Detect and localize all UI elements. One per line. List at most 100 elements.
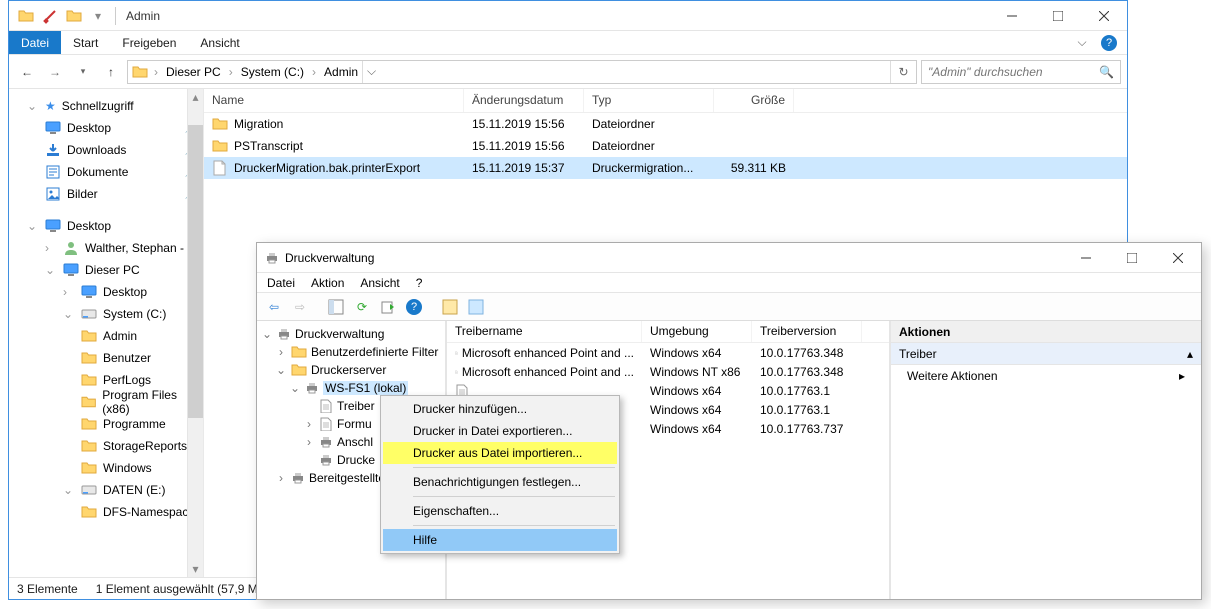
ribbon-tab-start[interactable]: Start [61,31,110,54]
actions-group[interactable]: Treiber ▴ [891,343,1201,365]
tb-showhide-button[interactable] [325,296,347,318]
nav-thispc-systemc[interactable]: ⌄System (C:) [9,303,203,325]
nav-quick-pictures[interactable]: Bilder📌 [9,183,203,205]
nav-folder-label: Admin [103,329,137,343]
maximize-button[interactable] [1035,1,1081,31]
driver-ver: 10.0.17763.1 [752,384,862,398]
close-button[interactable] [1081,1,1127,31]
nav-quickaccess[interactable]: ⌄★ Schnellzugriff [9,95,203,117]
menu-view[interactable]: Ansicht [360,276,399,290]
driver-ver: 10.0.17763.737 [752,422,862,436]
menu-help[interactable]: ? [416,276,423,290]
nav-folder-item[interactable]: Programme [9,413,203,435]
col-date[interactable]: Änderungsdatum [464,89,584,112]
nav-user[interactable]: ›Walther, Stephan - T1 [9,237,203,259]
ctx-export[interactable]: Drucker in Datei exportieren... [383,420,617,442]
breadcrumb-thispc[interactable]: Dieser PC [164,65,223,79]
folder-icon [291,344,307,360]
tree-root[interactable]: ⌄Druckverwaltung [257,325,445,343]
ribbon-tab-file[interactable]: Datei [9,31,61,54]
search-input[interactable] [928,65,1099,79]
nav-recent-dropdown[interactable]: ▾ [71,60,95,84]
mmc-maximize-button[interactable] [1109,243,1155,273]
actions-more[interactable]: Weitere Aktionen ▸ [891,365,1201,387]
nav-folder-item[interactable]: DFS-Namespaces [9,501,203,523]
nav-folder-item[interactable]: StorageReports [9,435,203,457]
scroll-down-icon[interactable]: ▾ [188,561,203,577]
menu-action[interactable]: Aktion [311,276,344,290]
mmc-close-button[interactable] [1155,243,1201,273]
ribbon-expand-icon[interactable]: ⌵ [1067,31,1097,54]
ctx-properties[interactable]: Eigenschaften... [383,500,617,522]
tb-view2-button[interactable] [465,296,487,318]
ribbon-tab-view[interactable]: Ansicht [188,31,251,54]
nav-quick-downloads[interactable]: Downloads📌 [9,139,203,161]
nav-up-button[interactable]: ↑ [99,60,123,84]
breadcrumb-folder[interactable]: Admin [322,65,360,79]
menu-file[interactable]: Datei [267,276,295,290]
tb-forward-button[interactable]: ⇨ [289,296,311,318]
qat-dropdown-icon[interactable]: ▾ [87,5,109,27]
nav-desktop[interactable]: ⌄Desktop [9,215,203,237]
help-button[interactable]: ? [1097,31,1121,55]
ctx-notifications[interactable]: Benachrichtigungen festlegen... [383,471,617,493]
nav-folder-item[interactable]: Windows [9,457,203,479]
mmc-col-ver[interactable]: Treiberversion [752,321,862,342]
tb-export-button[interactable] [377,296,399,318]
nav-thispc-desktop[interactable]: ›Desktop [9,281,203,303]
qat-newfolder-icon[interactable] [63,5,85,27]
tree-servers[interactable]: ⌄Druckerserver [257,361,445,379]
mmc-list-header[interactable]: Treibername Umgebung Treiberversion [447,321,889,343]
tb-help-button[interactable]: ? [403,296,425,318]
minimize-button[interactable] [989,1,1035,31]
navpane-scrollbar[interactable]: ▴ ▾ [187,89,203,577]
nav-thispc-daten[interactable]: ⌄DATEN (E:) [9,479,203,501]
qat-properties-icon[interactable] [39,5,61,27]
scroll-thumb[interactable] [188,125,203,418]
chevron-right-icon[interactable]: › [150,65,162,79]
nav-folder-item[interactable]: Admin [9,325,203,347]
ctx-import[interactable]: Drucker aus Datei importieren... [383,442,617,464]
ctx-add-printer[interactable]: Drucker hinzufügen... [383,398,617,420]
driver-icon [455,346,458,360]
nav-quick-documents[interactable]: Dokumente📌 [9,161,203,183]
ribbon-tab-share[interactable]: Freigeben [110,31,188,54]
breadcrumb-bar[interactable]: › Dieser PC › System (C:) › Admin ⌵ ↻ [127,60,917,84]
nav-folder-item[interactable]: Program Files (x86) [9,391,203,413]
user-icon [63,240,79,256]
printer-icon [319,453,333,467]
search-box[interactable]: 🔍 [921,60,1121,84]
col-name[interactable]: Name [204,89,464,112]
nav-thispc[interactable]: ⌄Dieser PC [9,259,203,281]
tree-filters[interactable]: ›Benutzerdefinierte Filter [257,343,445,361]
scroll-up-icon[interactable]: ▴ [188,89,203,105]
tb-view1-button[interactable] [439,296,461,318]
chevron-right-icon[interactable]: › [308,65,320,79]
list-item[interactable]: PSTranscript15.11.2019 15:56Dateiordner [204,135,1127,157]
driver-row[interactable]: Microsoft enhanced Point and ...Windows … [447,343,889,362]
mmc-col-name[interactable]: Treibername [447,321,642,342]
submenu-icon: ▸ [1179,369,1185,383]
chevron-right-icon[interactable]: › [225,65,237,79]
col-type[interactable]: Typ [584,89,714,112]
list-item[interactable]: DruckerMigration.bak.printerExport15.11.… [204,157,1127,179]
driver-env: Windows x64 [642,384,752,398]
nav-back-button[interactable]: ← [15,60,39,84]
tb-refresh-button[interactable]: ⟳ [351,296,373,318]
list-item[interactable]: Migration15.11.2019 15:56Dateiordner [204,113,1127,135]
mmc-minimize-button[interactable] [1063,243,1109,273]
ctx-help[interactable]: Hilfe [383,529,617,551]
tb-back-button[interactable]: ⇦ [263,296,285,318]
refresh-button[interactable]: ↻ [890,61,916,83]
address-dropdown-icon[interactable]: ⌵ [362,61,380,83]
list-header[interactable]: Name Änderungsdatum Typ Größe [204,89,1127,113]
status-item-count: 3 Elemente [17,582,78,596]
mmc-col-env[interactable]: Umgebung [642,321,752,342]
col-size[interactable]: Größe [714,89,794,112]
nav-quick-desktop[interactable]: Desktop📌 [9,117,203,139]
driver-row[interactable]: Microsoft enhanced Point and ...Windows … [447,362,889,381]
nav-folder-item[interactable]: Benutzer [9,347,203,369]
breadcrumb-drive[interactable]: System (C:) [239,65,306,79]
collapse-icon[interactable]: ▴ [1187,347,1193,361]
nav-forward-button[interactable]: → [43,60,67,84]
